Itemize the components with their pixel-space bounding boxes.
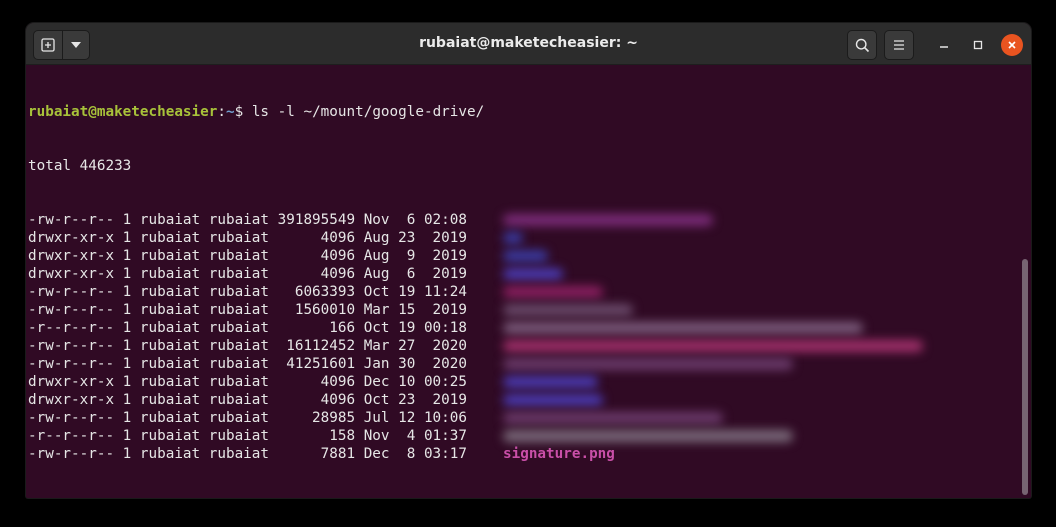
redaction-blur xyxy=(503,430,793,442)
file-meta: -rw-r--r-- 1 rubaiat rubaiat 391895549 N… xyxy=(28,212,467,228)
file-meta: drwxr-xr-x 1 rubaiat rubaiat 4096 Oct 23… xyxy=(28,392,467,408)
listing-row: -rw-r--r-- 1 rubaiat rubaiat 391895549 N… xyxy=(28,211,1019,229)
command-text: ls -l ~/mount/google-drive/ xyxy=(251,104,485,120)
listing-row: drwxr-xr-x 1 rubaiat rubaiat 4096 Aug 23… xyxy=(28,229,1019,247)
redaction-blur xyxy=(503,322,863,334)
redaction-blur xyxy=(503,340,923,352)
prompt-dollar: $ xyxy=(234,104,252,120)
listing-row: -rw-r--r-- 1 rubaiat rubaiat 1560010 Mar… xyxy=(28,301,1019,319)
redaction-blur xyxy=(503,250,548,262)
terminal-window: rubaiat@maketecheasier: ~ rubaiat@makete… xyxy=(26,23,1031,498)
listing-row: -rw-r--r-- 1 rubaiat rubaiat 6063393 Oct… xyxy=(28,283,1019,301)
file-name-redacted xyxy=(503,427,793,447)
terminal-output[interactable]: rubaiat@maketecheasier:~$ ls -l ~/mount/… xyxy=(26,65,1019,498)
file-name-redacted xyxy=(503,373,598,393)
file-meta: -rw-r--r-- 1 rubaiat rubaiat 6063393 Oct… xyxy=(28,284,467,300)
file-name-redacted xyxy=(503,247,548,267)
file-meta: drwxr-xr-x 1 rubaiat rubaiat 4096 Aug 9 … xyxy=(28,248,467,264)
listing-row: -rw-r--r-- 1 rubaiat rubaiat 41251601 Ja… xyxy=(28,355,1019,373)
listing-row: drwxr-xr-x 1 rubaiat rubaiat 4096 Oct 23… xyxy=(28,391,1019,409)
file-meta: drwxr-xr-x 1 rubaiat rubaiat 4096 Aug 23… xyxy=(28,230,467,246)
file-name-redacted xyxy=(503,319,863,339)
listing-row: -r--r--r-- 1 rubaiat rubaiat 158 Nov 4 0… xyxy=(28,427,1019,445)
redaction-blur xyxy=(503,268,563,280)
file-meta: -rw-r--r-- 1 rubaiat rubaiat 7881 Dec 8 … xyxy=(28,446,467,462)
listing-row: drwxr-xr-x 1 rubaiat rubaiat 4096 Dec 10… xyxy=(28,373,1019,391)
redaction-blur xyxy=(503,358,793,370)
search-icon[interactable] xyxy=(847,30,877,60)
file-meta: drwxr-xr-x 1 rubaiat rubaiat 4096 Dec 10… xyxy=(28,374,467,390)
file-name-redacted xyxy=(503,355,793,375)
prompt-user: rubaiat@maketecheasier xyxy=(28,104,218,120)
redaction-blur xyxy=(503,394,603,406)
scrollbar[interactable] xyxy=(1022,259,1028,495)
file-meta: -rw-r--r-- 1 rubaiat rubaiat 28985 Jul 1… xyxy=(28,410,467,426)
file-name-redacted xyxy=(503,337,923,357)
redaction-blur xyxy=(503,376,598,388)
listing-row: -r--r--r-- 1 rubaiat rubaiat 166 Oct 19 … xyxy=(28,319,1019,337)
listing-row: -rw-r--r-- 1 rubaiat rubaiat 7881 Dec 8 … xyxy=(28,445,1019,463)
minimize-icon[interactable] xyxy=(933,34,955,56)
file-name-redacted xyxy=(503,409,723,429)
listing-row: drwxr-xr-x 1 rubaiat rubaiat 4096 Aug 9 … xyxy=(28,247,1019,265)
file-meta: -rw-r--r-- 1 rubaiat rubaiat 41251601 Ja… xyxy=(28,356,467,372)
file-name-redacted xyxy=(503,391,603,411)
prompt-path: ~ xyxy=(225,104,235,120)
listing-row: drwxr-xr-x 1 rubaiat rubaiat 4096 Aug 6 … xyxy=(28,265,1019,283)
redaction-blur xyxy=(503,304,633,316)
listing: -rw-r--r-- 1 rubaiat rubaiat 391895549 N… xyxy=(28,211,1019,463)
file-name-redacted xyxy=(503,283,603,303)
file-name-redacted xyxy=(503,211,713,231)
prompt-separator: : xyxy=(217,104,226,120)
file-meta: -r--r--r-- 1 rubaiat rubaiat 166 Oct 19 … xyxy=(28,320,467,336)
file-name: signature.png xyxy=(503,446,615,462)
file-meta: -r--r--r-- 1 rubaiat rubaiat 158 Nov 4 0… xyxy=(28,428,467,444)
menu-icon[interactable] xyxy=(884,30,914,60)
listing-row: -rw-r--r-- 1 rubaiat rubaiat 28985 Jul 1… xyxy=(28,409,1019,427)
file-name-redacted xyxy=(503,301,633,321)
maximize-icon[interactable] xyxy=(967,34,989,56)
redaction-blur xyxy=(503,286,603,298)
file-name-redacted xyxy=(503,229,523,249)
close-icon[interactable] xyxy=(1001,34,1023,56)
redaction-blur xyxy=(503,412,723,424)
redaction-blur xyxy=(503,232,523,244)
redaction-blur xyxy=(503,214,713,226)
listing-row: -rw-r--r-- 1 rubaiat rubaiat 16112452 Ma… xyxy=(28,337,1019,355)
command-line: rubaiat@maketecheasier:~$ ls -l ~/mount/… xyxy=(28,103,1019,121)
file-name-redacted xyxy=(503,265,563,285)
file-meta: -rw-r--r-- 1 rubaiat rubaiat 16112452 Ma… xyxy=(28,338,467,354)
file-meta: drwxr-xr-x 1 rubaiat rubaiat 4096 Aug 6 … xyxy=(28,266,467,282)
total-line: total 446233 xyxy=(28,158,132,174)
file-meta: -rw-r--r-- 1 rubaiat rubaiat 1560010 Mar… xyxy=(28,302,467,318)
title-bar: rubaiat@maketecheasier: ~ xyxy=(26,23,1031,65)
